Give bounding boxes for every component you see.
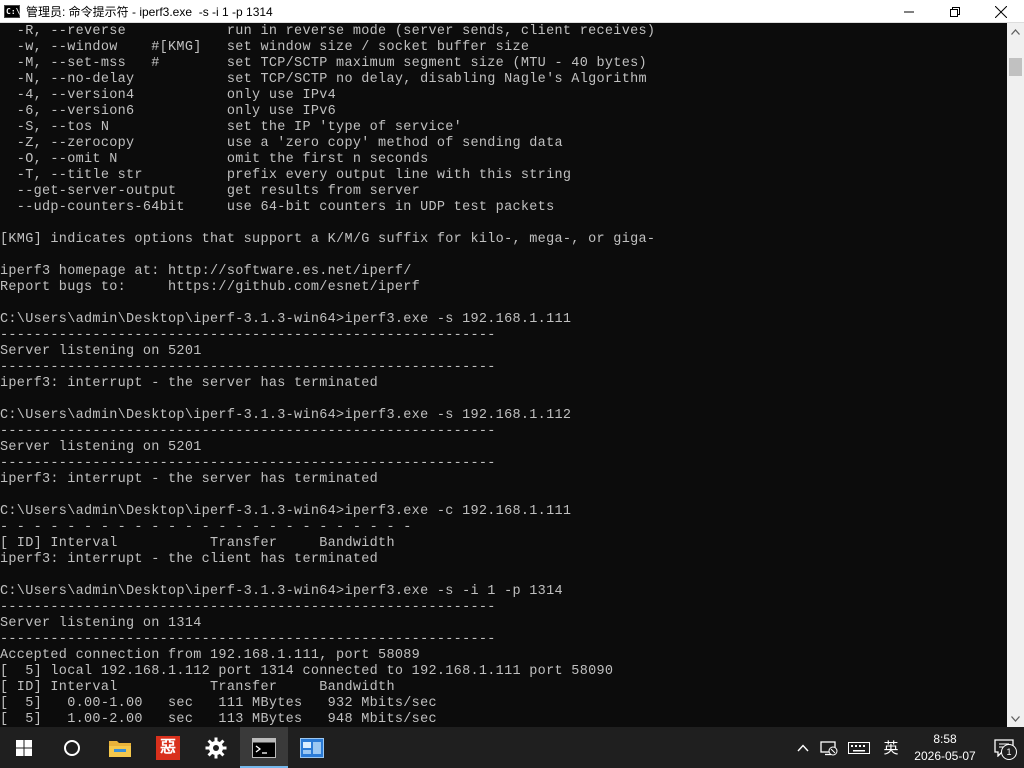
keyboard-icon bbox=[848, 741, 870, 754]
console-output: -R, --reverse run in reverse mode (serve… bbox=[0, 24, 655, 727]
network-tray-button[interactable] bbox=[816, 727, 842, 768]
action-center-button[interactable]: 1 bbox=[984, 727, 1024, 768]
console-line: [ 5] 0.00-1.00 sec 111 MBytes 932 Mbits/… bbox=[0, 696, 437, 711]
folder-icon bbox=[109, 740, 131, 757]
scroll-thumb[interactable] bbox=[1009, 58, 1022, 76]
minimize-icon bbox=[904, 11, 914, 12]
console-line: -Z, --zerocopy use a 'zero copy' method … bbox=[0, 136, 563, 151]
console-line: iperf3: interrupt - the server has termi… bbox=[0, 472, 379, 487]
console-line: -O, --omit N omit the first n seconds bbox=[0, 152, 429, 167]
console-line: iperf3: interrupt - the client has termi… bbox=[0, 552, 379, 567]
console-line: - - - - - - - - - - - - - - - - - - - - … bbox=[0, 520, 412, 535]
console-line: ----------------------------------------… bbox=[0, 328, 496, 343]
blue-window-icon bbox=[300, 737, 324, 758]
taskbar-file-explorer[interactable] bbox=[96, 727, 144, 768]
console-line: iperf3: interrupt - the server has termi… bbox=[0, 376, 379, 391]
chevron-down-icon bbox=[1011, 715, 1020, 722]
cortana-circle-icon bbox=[64, 739, 80, 756]
close-button[interactable] bbox=[978, 0, 1024, 23]
console-line: [ 5] 1.00-2.00 sec 113 MBytes 948 Mbits/… bbox=[0, 712, 437, 727]
minimize-button[interactable] bbox=[886, 0, 932, 23]
console-line: -6, --version6 only use IPv6 bbox=[0, 104, 337, 119]
clock-time: 8:58 bbox=[933, 731, 957, 746]
taskbar-clock[interactable]: 8:58 2026-05-07 bbox=[906, 731, 984, 765]
start-button[interactable] bbox=[0, 727, 48, 768]
window-title: 管理员: 命令提示符 - iperf3.exe -s -i 1 -p 1314 bbox=[26, 4, 273, 19]
console-line: C:\Users\admin\Desktop\iperf-3.1.3-win64… bbox=[0, 504, 572, 519]
console-line: --udp-counters-64bit use 64-bit counters… bbox=[0, 200, 555, 215]
console-line: -T, --title str prefix every output line… bbox=[0, 168, 572, 183]
title-bar: C:\ 管理员: 命令提示符 - iperf3.exe -s -i 1 -p 1… bbox=[0, 0, 1024, 23]
search-button[interactable] bbox=[48, 727, 96, 768]
console-line: ----------------------------------------… bbox=[0, 632, 496, 647]
network-warning-icon bbox=[820, 740, 838, 755]
show-hidden-icons-button[interactable] bbox=[790, 727, 816, 768]
console-line: -N, --no-delay set TCP/SCTP no delay, di… bbox=[0, 72, 647, 87]
restore-icon bbox=[950, 6, 960, 17]
scroll-down-button[interactable] bbox=[1007, 710, 1024, 727]
vertical-scrollbar[interactable] bbox=[1007, 23, 1024, 727]
input-method-indicator[interactable]: 英 bbox=[876, 727, 906, 768]
console-line: -w, --window #[KMG] set window size / so… bbox=[0, 40, 530, 55]
red-app-label: 惡 bbox=[159, 738, 176, 756]
console-line: C:\Users\admin\Desktop\iperf-3.1.3-win64… bbox=[0, 408, 572, 423]
clock-date: 2026-05-07 bbox=[914, 748, 976, 763]
taskbar-remote-app[interactable] bbox=[288, 727, 336, 768]
console-line: [ ID] Interval Transfer Bandwidth bbox=[0, 680, 395, 695]
taskbar: 惡 英 8:58 2026-05-07 1 bbox=[0, 727, 1024, 768]
console-line: -R, --reverse run in reverse mode (serve… bbox=[0, 24, 656, 39]
console-line: --get-server-output get results from ser… bbox=[0, 184, 421, 199]
console-line: ----------------------------------------… bbox=[0, 360, 496, 375]
keyboard-tray-button[interactable] bbox=[842, 727, 876, 768]
cmd-icon bbox=[252, 737, 276, 758]
taskbar-command-prompt[interactable] bbox=[240, 727, 288, 768]
console-line: -M, --set-mss # set TCP/SCTP maximum seg… bbox=[0, 56, 647, 71]
console-line: C:\Users\admin\Desktop\iperf-3.1.3-win64… bbox=[0, 584, 563, 599]
maximize-button[interactable] bbox=[932, 0, 978, 23]
window-controls bbox=[886, 0, 1024, 23]
console-line: Server listening on 1314 bbox=[0, 616, 202, 631]
console-line: ----------------------------------------… bbox=[0, 424, 496, 439]
taskbar-red-app[interactable]: 惡 bbox=[144, 727, 192, 768]
chevron-up-icon bbox=[1011, 28, 1020, 35]
windows-logo-icon bbox=[16, 739, 32, 756]
scroll-up-button[interactable] bbox=[1007, 23, 1024, 40]
console-line: Server listening on 5201 bbox=[0, 344, 202, 359]
console-line: ----------------------------------------… bbox=[0, 600, 496, 615]
console-line: -4, --version4 only use IPv4 bbox=[0, 88, 337, 103]
console-line: Accepted connection from 192.168.1.111, … bbox=[0, 648, 421, 663]
console-line: [ 5] local 192.168.1.112 port 1314 conne… bbox=[0, 664, 614, 679]
cmd-window-icon: C:\ bbox=[4, 4, 21, 18]
taskbar-settings[interactable] bbox=[192, 727, 240, 768]
notification-count-badge: 1 bbox=[1001, 744, 1017, 760]
chevron-up-icon bbox=[797, 743, 809, 751]
console-line: ----------------------------------------… bbox=[0, 456, 496, 471]
console-line: [KMG] indicates options that support a K… bbox=[0, 232, 656, 247]
console-line: [ ID] Interval Transfer Bandwidth bbox=[0, 536, 395, 551]
system-tray: 英 8:58 2026-05-07 1 bbox=[790, 727, 1024, 768]
console-line: -S, --tos N set the IP 'type of service' bbox=[0, 120, 463, 135]
close-icon bbox=[995, 5, 1007, 18]
console-line: Report bugs to: https://github.com/esnet… bbox=[0, 280, 421, 295]
gear-icon bbox=[205, 737, 227, 758]
console-area[interactable]: -R, --reverse run in reverse mode (serve… bbox=[0, 23, 1007, 727]
red-app-icon: 惡 bbox=[156, 735, 180, 760]
console-line: C:\Users\admin\Desktop\iperf-3.1.3-win64… bbox=[0, 312, 572, 327]
console-line: iperf3 homepage at: http://software.es.n… bbox=[0, 264, 412, 279]
console-line: Server listening on 5201 bbox=[0, 440, 202, 455]
